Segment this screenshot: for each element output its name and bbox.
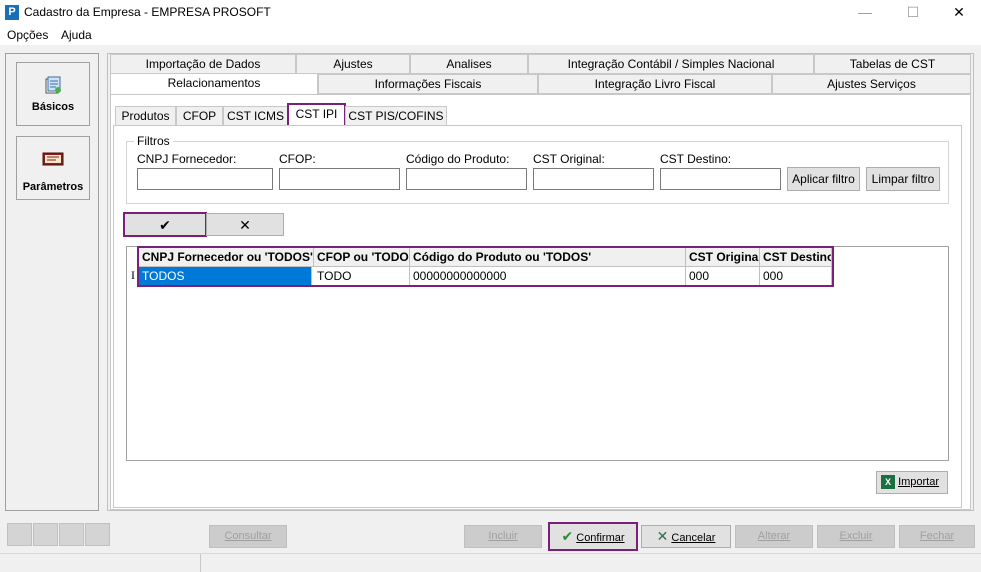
status-bar — [0, 553, 981, 572]
sidebar-item-basicos[interactable]: Básicos — [16, 62, 90, 126]
tab-integracao-contabil[interactable]: Integração Contábil / Simples Nacional — [528, 54, 814, 74]
row-cursor-indicator: I — [131, 268, 135, 282]
menu-bar — [0, 25, 981, 45]
maximize-button[interactable]: ☐ — [890, 0, 936, 25]
confirm-row-button[interactable]: ✔ — [123, 212, 207, 237]
window-title: Cadastro da Empresa - EMPRESA PROSOFT — [24, 5, 271, 19]
cfop-label: CFOP: — [279, 152, 316, 166]
cancel-icon: ✕ — [656, 528, 669, 544]
consultar-button[interactable]: Consultar — [209, 525, 287, 548]
nav-last-button[interactable] — [85, 523, 110, 546]
codigo-produto-label: Código do Produto: — [406, 152, 510, 166]
nav-next-button[interactable] — [59, 523, 84, 546]
tab-informacoes-fiscais[interactable]: Informações Fiscais — [318, 74, 538, 94]
cancelar-button[interactable]: ✕ Cancelar — [641, 525, 731, 548]
subtab-cst-pis-cofins[interactable]: CST PIS/COFINS — [345, 106, 447, 126]
apply-filter-button[interactable]: Aplicar filtro — [787, 167, 860, 191]
tab-integracao-livro-fiscal[interactable]: Integração Livro Fiscal — [538, 74, 772, 94]
cancel-row-button[interactable]: ✕ — [206, 213, 284, 236]
cnpj-fornecedor-input[interactable] — [137, 168, 273, 190]
parametros-icon — [42, 151, 64, 167]
codigo-produto-input[interactable] — [406, 168, 527, 190]
filters-legend: Filtros — [134, 134, 173, 148]
fechar-button[interactable]: Fechar — [899, 525, 975, 548]
cnpj-fornecedor-label: CNPJ Fornecedor: — [137, 152, 237, 166]
app-icon: P — [5, 5, 19, 20]
check-icon: ✔ — [159, 217, 171, 233]
cst-original-input[interactable] — [533, 168, 654, 190]
import-button[interactable]: X Importar — [876, 471, 948, 494]
sidebar-item-parametros[interactable]: Parâmetros — [16, 136, 90, 200]
import-label: Importar — [898, 476, 940, 488]
confirmar-button[interactable]: ✔ Confirmar — [548, 522, 638, 551]
sidebar-item-label: Parâmetros — [22, 181, 84, 193]
menu-opcoes[interactable]: Opções — [7, 28, 48, 42]
cst-destino-label: CST Destino: — [660, 152, 732, 166]
status-divider — [200, 554, 201, 572]
close-icon: ✕ — [239, 217, 251, 233]
nav-prior-button[interactable] — [33, 523, 58, 546]
incluir-button[interactable]: Incluir — [464, 525, 542, 548]
cfop-input[interactable] — [279, 168, 400, 190]
cst-original-label: CST Original: — [533, 152, 605, 166]
subtab-cfop[interactable]: CFOP — [176, 106, 223, 126]
clear-filter-button[interactable]: Limpar filtro — [866, 167, 940, 191]
excel-icon: X — [881, 475, 895, 490]
excluir-button[interactable]: Excluir — [817, 525, 895, 548]
sidebar-item-label: Básicos — [31, 101, 75, 113]
alterar-button[interactable]: Alterar — [735, 525, 813, 548]
close-button[interactable]: ✕ — [936, 0, 981, 25]
tab-ajustes-servicos[interactable]: Ajustes Serviços — [772, 74, 971, 94]
tab-tabelas-de-cst[interactable]: Tabelas de CST — [814, 54, 971, 74]
subtab-cst-ipi[interactable]: CST IPI — [287, 103, 346, 127]
subtab-cst-icms[interactable]: CST ICMS — [223, 106, 288, 126]
menu-ajuda[interactable]: Ajuda — [61, 28, 92, 42]
check-icon: ✔ — [561, 528, 574, 544]
tab-importacao-de-dados[interactable]: Importação de Dados — [110, 54, 296, 74]
minimize-button[interactable]: — — [842, 0, 888, 25]
tab-analises[interactable]: Analises — [410, 54, 528, 74]
tab-relacionamentos[interactable]: Relacionamentos — [110, 73, 318, 95]
cst-destino-input[interactable] — [660, 168, 781, 190]
confirmar-label: Confirmar — [576, 532, 625, 544]
nav-first-button[interactable] — [7, 523, 32, 546]
grid-highlight-box — [137, 246, 834, 287]
cancelar-label: Cancelar — [671, 532, 716, 544]
tab-ajustes[interactable]: Ajustes — [296, 54, 410, 74]
basicos-icon — [43, 75, 63, 95]
subtab-produtos[interactable]: Produtos — [115, 106, 176, 126]
